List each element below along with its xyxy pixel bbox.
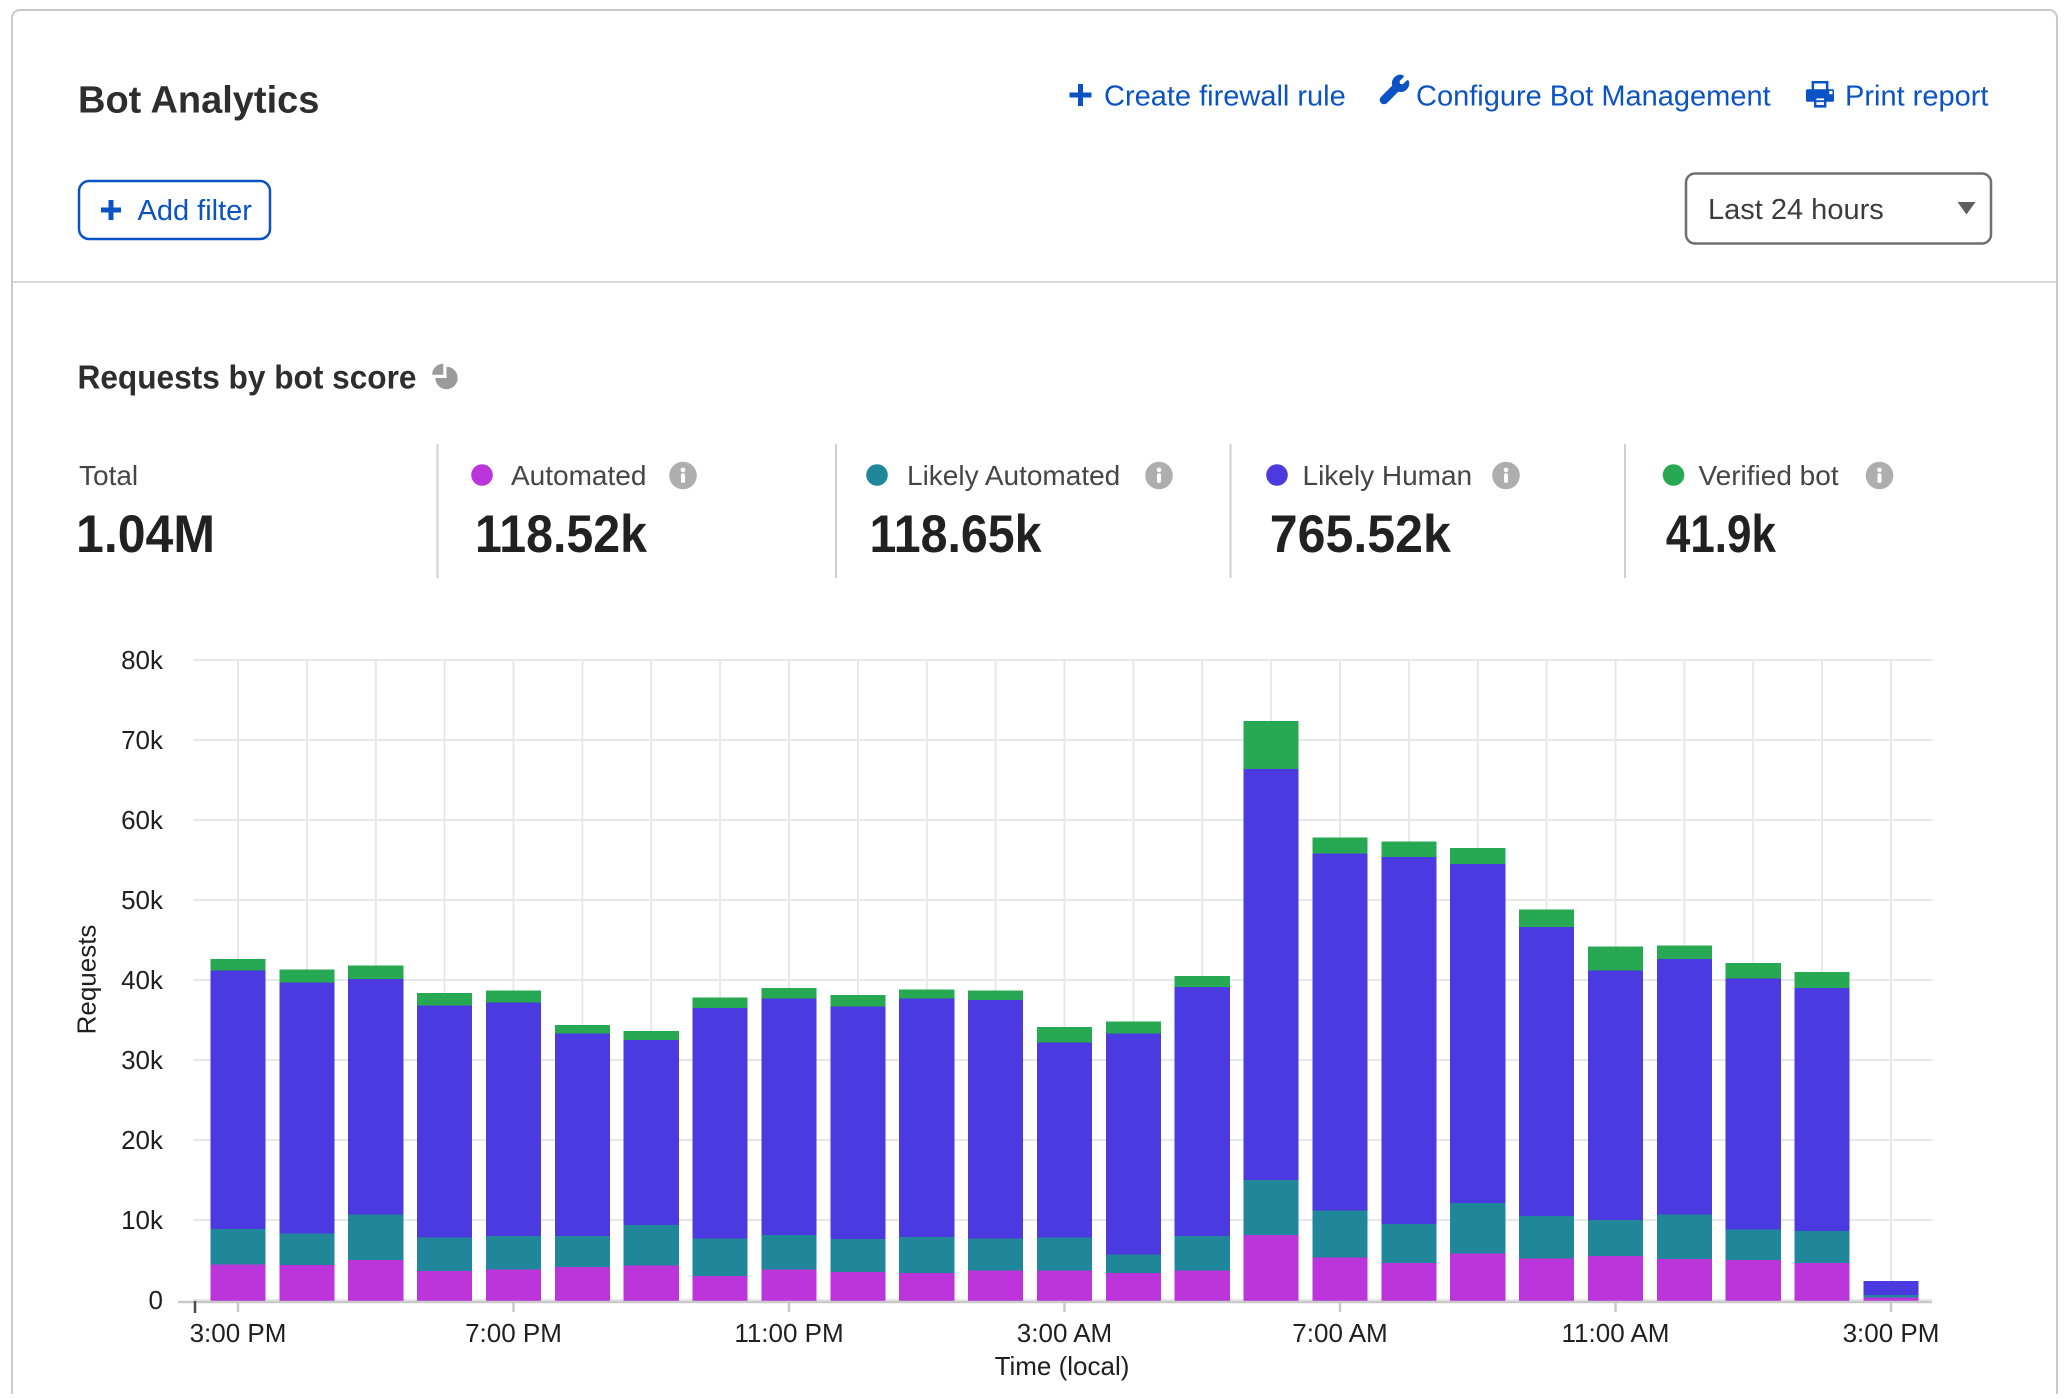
svg-text:Requests by bot score: Requests by bot score (78, 358, 417, 395)
svg-text:3:00 PM: 3:00 PM (1843, 1318, 1940, 1348)
svg-text:3:00 PM: 3:00 PM (190, 1318, 287, 1348)
svg-text:41.9k: 41.9k (1666, 505, 1776, 564)
svg-text:3:00 AM: 3:00 AM (1017, 1318, 1112, 1348)
svg-text:10k: 10k (121, 1205, 164, 1235)
svg-text:Print report: Print report (1845, 81, 1988, 113)
svg-text:Likely Human: Likely Human (1303, 460, 1473, 491)
svg-text:7:00 AM: 7:00 AM (1292, 1318, 1387, 1348)
svg-text:7:00 PM: 7:00 PM (465, 1318, 562, 1348)
svg-text:30k: 30k (121, 1045, 164, 1075)
svg-text:Time (local): Time (local) (995, 1351, 1130, 1381)
svg-text:Total: Total (79, 460, 138, 491)
svg-text:0: 0 (149, 1285, 163, 1315)
svg-text:Likely Automated: Likely Automated (907, 460, 1120, 491)
svg-text:765.52k: 765.52k (1270, 505, 1451, 564)
svg-text:70k: 70k (121, 725, 164, 755)
svg-text:Bot Analytics: Bot Analytics (78, 80, 319, 122)
svg-text:40k: 40k (121, 965, 164, 995)
svg-text:Verified bot: Verified bot (1699, 460, 1839, 491)
svg-text:80k: 80k (121, 645, 164, 675)
svg-text:Create firewall rule: Create firewall rule (1104, 81, 1346, 113)
svg-text:20k: 20k (121, 1125, 164, 1155)
svg-text:50k: 50k (121, 885, 164, 915)
svg-text:Last 24 hours: Last 24 hours (1708, 194, 1884, 226)
svg-text:11:00 AM: 11:00 AM (1562, 1318, 1670, 1348)
svg-text:118.65k: 118.65k (870, 505, 1042, 564)
svg-text:1.04M: 1.04M (76, 505, 215, 564)
svg-text:Requests: Requests (72, 925, 102, 1035)
svg-text:Add filter: Add filter (138, 195, 253, 227)
svg-text:Configure Bot Management: Configure Bot Management (1416, 81, 1771, 113)
svg-text:60k: 60k (121, 805, 164, 835)
svg-text:11:00 PM: 11:00 PM (734, 1318, 843, 1348)
svg-text:118.52k: 118.52k (475, 505, 647, 564)
svg-text:Automated: Automated (511, 460, 646, 491)
